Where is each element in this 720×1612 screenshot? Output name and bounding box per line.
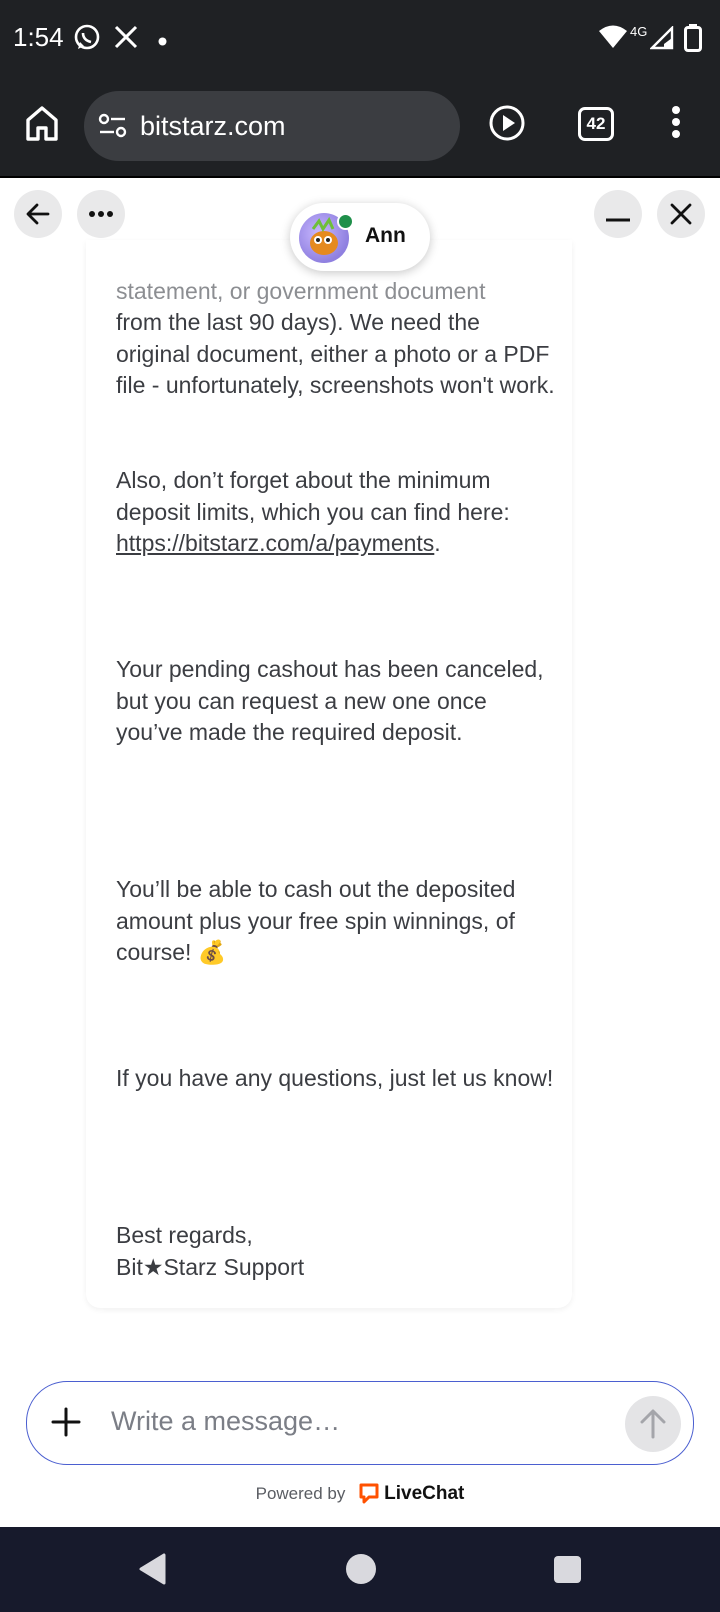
home-icon[interactable]	[24, 103, 60, 148]
close-button[interactable]	[657, 190, 705, 238]
message-paragraph: from the last 90 days). We need the orig…	[116, 309, 555, 398]
x-icon	[113, 24, 139, 55]
battery-icon	[684, 24, 702, 57]
message-paragraph: If you have any questions, just let us k…	[116, 1065, 554, 1091]
signal-icon	[649, 25, 674, 55]
message-text: Also, don’t forget about the minimum dep…	[116, 467, 510, 525]
site-settings-icon[interactable]	[98, 113, 128, 144]
message-paragraph: Also, don’t forget about the minimum dep…	[116, 465, 556, 560]
network-type: 4G	[630, 24, 648, 39]
message-text: .	[434, 530, 441, 556]
play-icon[interactable]	[488, 104, 526, 147]
back-button[interactable]	[14, 190, 62, 238]
address-bar[interactable]: bitstarz.com	[84, 91, 460, 161]
ellipsis-icon	[89, 211, 113, 217]
status-bar: 1:54 4G	[0, 0, 720, 78]
agent-name: Ann	[365, 224, 406, 247]
send-button[interactable]	[625, 1396, 681, 1452]
livechat-brand[interactable]: LiveChat	[384, 1483, 464, 1504]
nav-home-icon[interactable]	[346, 1554, 376, 1584]
nav-recents-icon[interactable]	[554, 1556, 581, 1583]
whatsapp-icon	[73, 24, 101, 57]
notification-dot-icon	[158, 33, 167, 51]
arrow-left-icon	[26, 203, 50, 225]
browser-toolbar: bitstarz.com 42	[0, 78, 720, 178]
close-icon	[670, 203, 692, 225]
plus-icon	[51, 1407, 81, 1437]
message-input[interactable]: Write a message…	[111, 1406, 340, 1437]
more-options-button[interactable]	[77, 190, 125, 238]
message-paragraph: statement, or government document	[116, 278, 486, 304]
powered-by: Powered by LiveChat	[0, 1482, 720, 1507]
online-status-icon	[337, 213, 354, 230]
agent-pill[interactable]: Ann	[290, 203, 430, 271]
system-nav-bar	[0, 1527, 720, 1612]
tabs-button[interactable]: 42	[578, 107, 614, 141]
message-paragraph: Bit★Starz Support	[116, 1254, 305, 1280]
overflow-menu-icon[interactable]	[671, 105, 681, 144]
wifi-icon	[598, 24, 628, 55]
minimize-button[interactable]	[594, 190, 642, 238]
payments-link[interactable]: https://bitstarz.com/a/payments	[116, 530, 434, 556]
minimize-icon	[606, 218, 630, 222]
message-paragraph: You’ll be able to cash out the deposited…	[116, 876, 516, 965]
nav-back-icon[interactable]	[137, 1552, 167, 1591]
message-composer[interactable]: Write a message…	[26, 1381, 694, 1465]
status-time: 1:54	[13, 22, 64, 52]
powered-by-label: Powered by	[255, 1483, 346, 1503]
attach-button[interactable]	[51, 1407, 81, 1442]
message-paragraph: Best regards,	[116, 1222, 253, 1248]
url-text: bitstarz.com	[140, 111, 286, 141]
livechat-icon	[359, 1483, 379, 1504]
message-paragraph: Your pending cashout has been canceled, …	[116, 656, 544, 745]
arrow-up-icon	[640, 1409, 666, 1439]
